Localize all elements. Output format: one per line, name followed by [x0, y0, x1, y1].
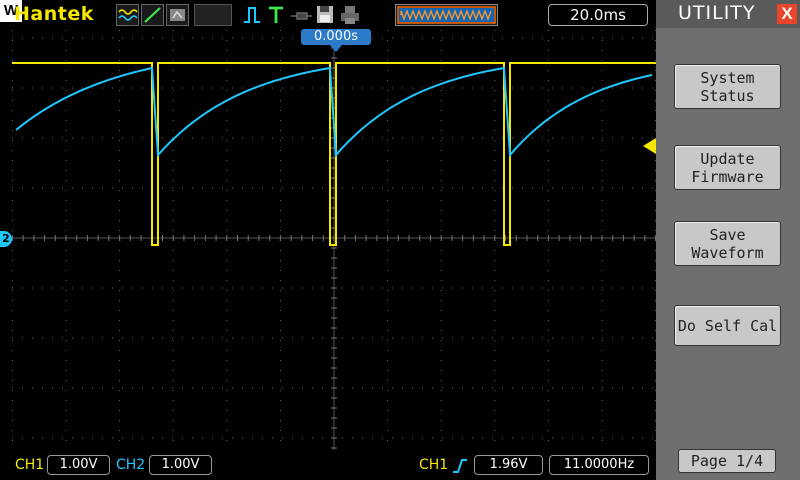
memory-depth-icon: [395, 4, 498, 26]
ch1-volts-div[interactable]: 1.00V: [47, 455, 110, 475]
menu-button-label: Save: [709, 225, 746, 244]
save-waveform-button[interactable]: Save Waveform: [674, 221, 781, 266]
menu-header: UTILITY X: [656, 0, 800, 28]
menu-button-label: Do Self Cal: [677, 316, 778, 335]
display-mode-icon[interactable]: [166, 4, 189, 26]
menu-button-label: Waveform: [691, 243, 764, 262]
menu-button-label: Firmware: [691, 167, 764, 186]
ch2-volts-div[interactable]: 1.00V: [149, 455, 212, 475]
page-button[interactable]: Page 1/4: [678, 449, 776, 473]
trigger-position-marker[interactable]: [330, 45, 342, 52]
trigger-pulse-icon: [242, 4, 262, 26]
trigger-frequency-readout: 11.0000Hz: [549, 455, 649, 475]
menu-button-label: Update: [700, 149, 755, 168]
system-status-button[interactable]: System Status: [674, 64, 781, 109]
top-status-bar: Hantek W 20.0ms: [0, 0, 655, 30]
trigger-level-marker[interactable]: [643, 138, 656, 154]
wave-mode-icon[interactable]: [116, 4, 139, 26]
brand-logo: Hantek: [14, 3, 94, 25]
graticule: [12, 30, 656, 450]
timebase-readout[interactable]: 20.0ms: [548, 4, 648, 26]
trigger-source-label[interactable]: CH1: [419, 457, 448, 473]
menu-title: UTILITY: [678, 2, 756, 24]
utility-menu-panel: UTILITY X System Status Update Firmware …: [656, 0, 800, 480]
channel-status-bar: CH1 1.00V CH2 1.00V CH1 1.96V 11.0000Hz: [0, 452, 655, 480]
trigger-level-readout[interactable]: 1.96V: [474, 455, 543, 475]
menu-button-label: Status: [700, 86, 755, 105]
ch1-label[interactable]: CH1: [15, 457, 44, 473]
waveform-display[interactable]: [12, 30, 656, 450]
ch2-label[interactable]: CH2: [116, 457, 145, 473]
menu-button-label: System: [700, 68, 755, 87]
save-icon[interactable]: [315, 4, 335, 26]
rising-edge-icon: [453, 459, 467, 473]
print-icon[interactable]: [339, 4, 361, 26]
close-icon[interactable]: X: [777, 4, 797, 24]
self-cal-button[interactable]: Do Self Cal: [674, 305, 781, 346]
run-state-icon[interactable]: [194, 4, 232, 26]
trigger-t-icon: [266, 4, 286, 26]
ch2-position-marker[interactable]: 2: [0, 231, 12, 247]
probe-icon: [289, 4, 313, 26]
line-mode-icon[interactable]: [141, 4, 164, 26]
update-firmware-button[interactable]: Update Firmware: [674, 145, 781, 190]
waveform-canvas: [12, 30, 656, 450]
trigger-position-readout[interactable]: 0.000s: [301, 29, 371, 45]
